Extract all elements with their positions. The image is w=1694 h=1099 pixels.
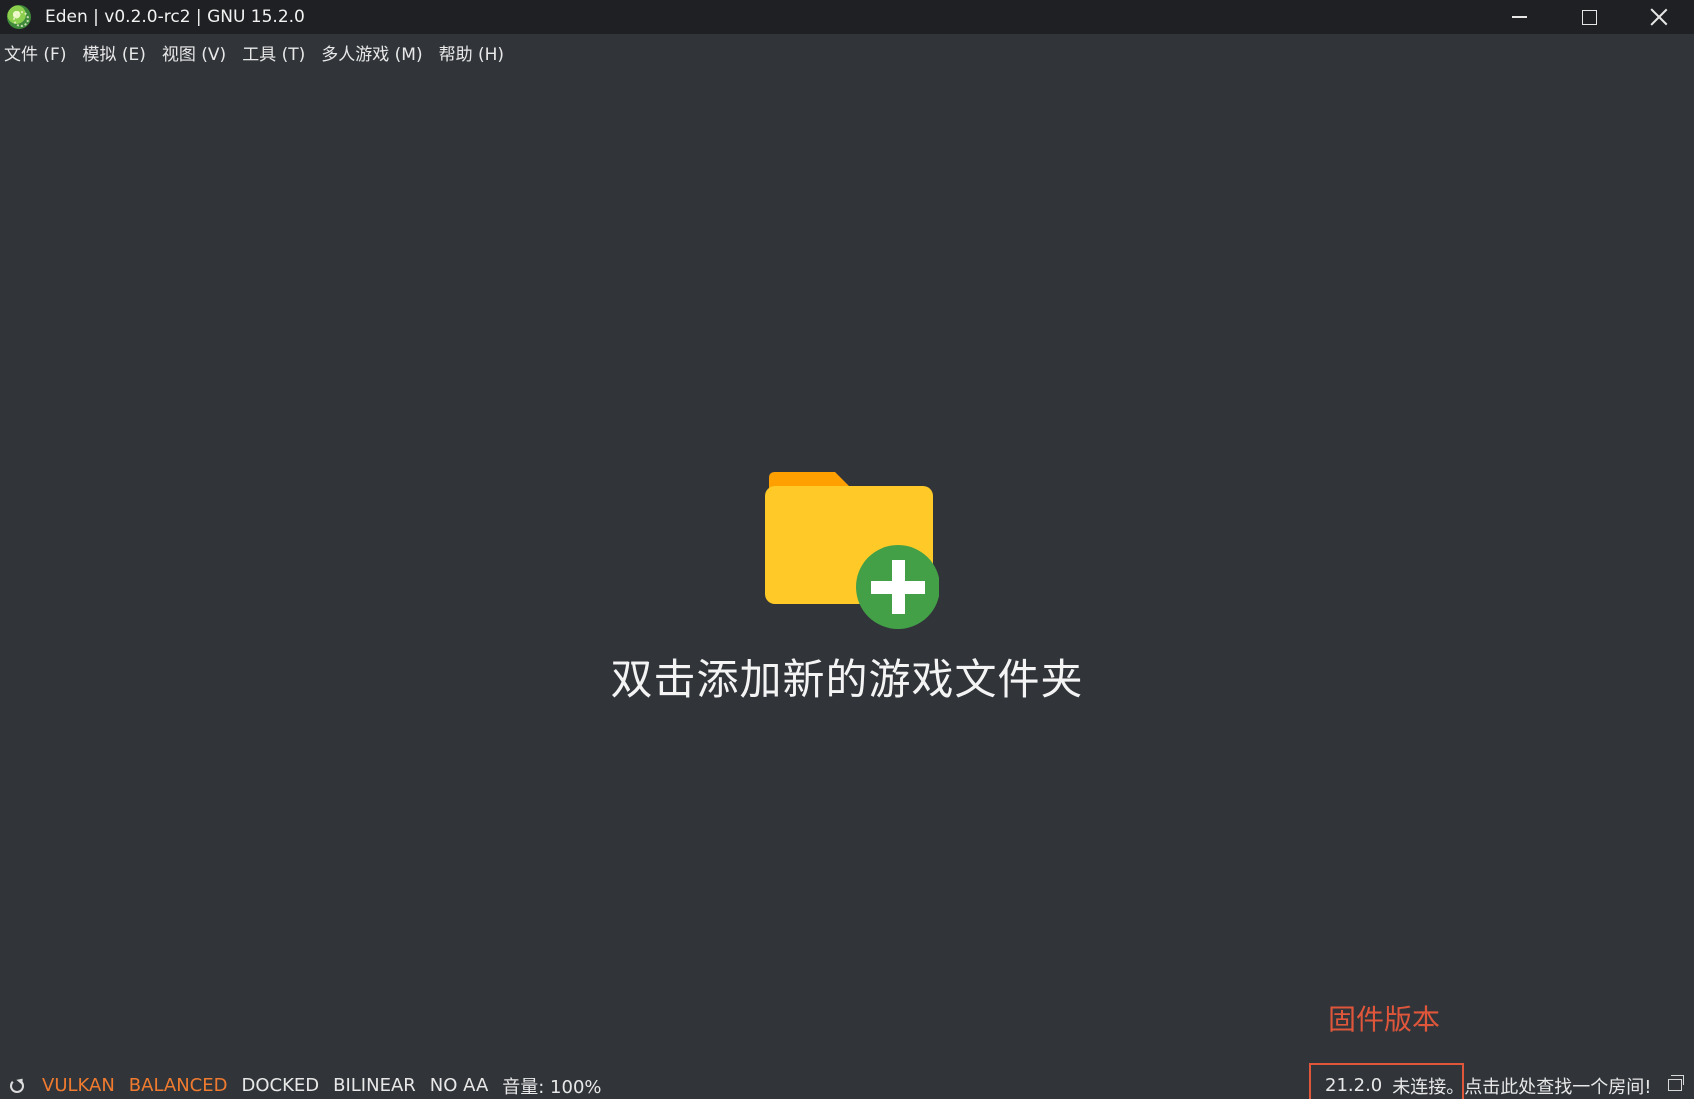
minimize-icon <box>1511 16 1527 18</box>
title-bar[interactable]: Eden | v0.2.0-rc2 | GNU 15.2.0 <box>0 0 1694 34</box>
status-dock-mode[interactable]: DOCKED <box>241 1075 319 1096</box>
menu-help[interactable]: 帮助 (H) <box>439 40 504 65</box>
status-right-group: 21.2.0 未连接。 点击此处查找一个房间! <box>1325 1072 1651 1099</box>
window-title: Eden | v0.2.0-rc2 | GNU 15.2.0 <box>45 7 305 27</box>
connection-status: 未连接。 <box>1392 1076 1465 1098</box>
placeholder-text: 双击添加新的游戏文件夹 <box>610 655 1084 704</box>
multiplayer-room-icon[interactable] <box>1668 1075 1684 1091</box>
status-volume[interactable]: 音量: 100% <box>502 1073 601 1099</box>
add-game-folder-placeholder[interactable]: 双击添加新的游戏文件夹 <box>0 460 1694 707</box>
close-icon <box>1650 8 1668 26</box>
app-window: Eden | v0.2.0-rc2 | GNU 15.2.0 文件 (F) 模拟… <box>0 0 1694 1099</box>
firmware-annotation-label: 固件版本 <box>1328 1003 1441 1036</box>
menu-emulation[interactable]: 模拟 (E) <box>82 40 145 65</box>
maximize-icon <box>1581 9 1597 25</box>
menu-file[interactable]: 文件 (F) <box>4 40 66 65</box>
firmware-version: 21.2.0 <box>1325 1075 1383 1096</box>
maximize-button[interactable] <box>1554 0 1624 34</box>
find-room-link[interactable]: 点击此处查找一个房间! <box>1464 1073 1651 1099</box>
menu-tools[interactable]: 工具 (T) <box>242 40 305 65</box>
refresh-icon[interactable] <box>10 1078 24 1093</box>
add-folder-icon <box>765 472 939 629</box>
status-renderer[interactable]: VULKAN <box>42 1075 115 1096</box>
window-controls <box>1484 0 1694 34</box>
status-aa[interactable]: NO AA <box>430 1075 488 1096</box>
eden-logo-icon <box>7 5 31 29</box>
menu-multiplayer[interactable]: 多人游戏 (M) <box>321 40 422 65</box>
menu-bar: 文件 (F) 模拟 (E) 视图 (V) 工具 (T) 多人游戏 (M) 帮助 … <box>0 36 1694 68</box>
status-gpu-accuracy[interactable]: BALANCED <box>129 1075 228 1096</box>
menu-view[interactable]: 视图 (V) <box>162 40 226 65</box>
status-bar: VULKAN BALANCED DOCKED BILINEAR NO AA 音量… <box>0 1072 1694 1099</box>
close-button[interactable] <box>1624 0 1694 34</box>
status-filter[interactable]: BILINEAR <box>333 1075 416 1096</box>
minimize-button[interactable] <box>1484 0 1554 34</box>
